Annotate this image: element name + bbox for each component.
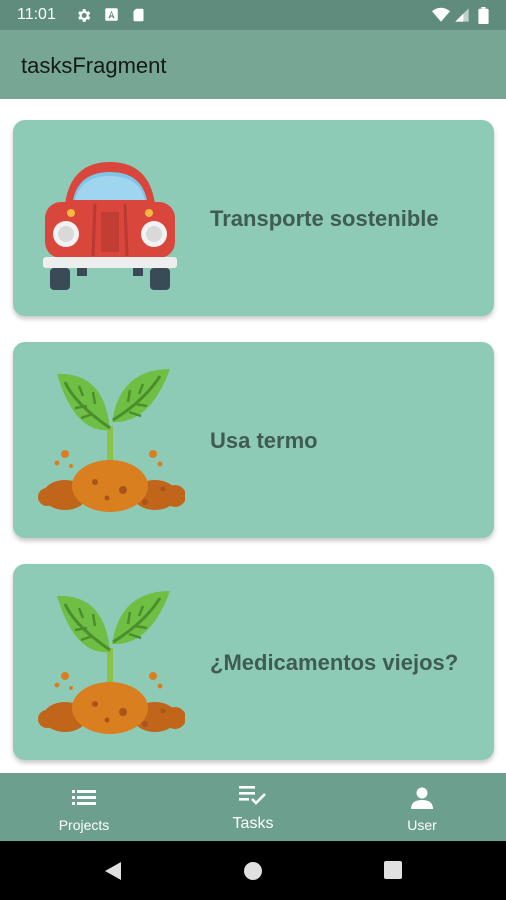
user-icon	[411, 787, 433, 809]
app-bar: tasksFragment	[0, 30, 506, 99]
task-check-icon	[239, 786, 266, 805]
nav-item-tasks[interactable]: Tasks	[169, 773, 337, 841]
status-bar: 11:01	[0, 0, 506, 30]
sprout-icon	[38, 591, 185, 734]
nav-label: Projects	[58, 817, 110, 833]
task-title: Usa termo	[210, 428, 318, 453]
nav-label: User	[407, 817, 437, 833]
nav-label: Tasks	[232, 815, 274, 832]
task-title: ¿Medicamentos viejos?	[210, 650, 459, 675]
task-card-termo[interactable]: Usa termo	[13, 342, 494, 538]
signal-icon	[455, 8, 469, 22]
car-icon	[43, 162, 177, 290]
wifi-icon	[432, 7, 450, 22]
task-card-medicamentos[interactable]: ¿Medicamentos viejos?	[13, 564, 494, 760]
battery-icon	[478, 7, 489, 24]
bottom-navigation: Projects Tasks User	[0, 773, 506, 841]
list-icon	[72, 790, 96, 805]
nav-item-projects[interactable]: Projects	[0, 773, 168, 841]
task-list: Transporte sostenible Usa termo ¿Medicam…	[0, 99, 506, 773]
task-card-transporte[interactable]: Transporte sostenible	[13, 120, 494, 316]
recents-icon[interactable]	[384, 861, 402, 879]
task-title: Transporte sostenible	[210, 206, 439, 231]
settings-icon	[78, 9, 91, 22]
back-icon[interactable]	[103, 861, 123, 881]
nav-item-user[interactable]: User	[338, 773, 506, 841]
page-title: tasksFragment	[21, 53, 167, 78]
a-icon	[105, 8, 118, 21]
system-navigation-bar	[0, 841, 506, 900]
status-time: 11:01	[17, 6, 56, 23]
sd-card-icon	[133, 8, 144, 22]
sprout-icon	[38, 369, 185, 512]
home-icon[interactable]	[243, 861, 263, 881]
